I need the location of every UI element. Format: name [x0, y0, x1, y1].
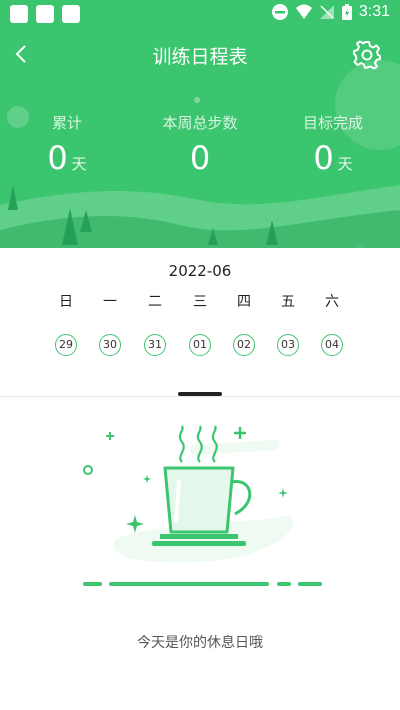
- stat-goal-completed: 目标完成 0天: [268, 112, 398, 177]
- weekday-label: 二: [148, 294, 162, 310]
- weekday-label: 六: [325, 294, 339, 310]
- weekday-label: 日: [59, 294, 73, 310]
- divider: [0, 396, 400, 397]
- status-bar-notification-icons: [10, 5, 80, 23]
- calendar-day[interactable]: 02: [233, 334, 255, 356]
- stat-weekly-steps: 本周总步数 0: [135, 112, 265, 177]
- stat-value: 0: [189, 139, 211, 177]
- stat-unit: 天: [71, 155, 87, 173]
- weekday-label: 三: [193, 294, 207, 310]
- gear-icon[interactable]: [352, 40, 382, 70]
- stat-label: 累计: [51, 114, 82, 132]
- stat-label: 目标完成: [302, 114, 363, 132]
- stat-total-days: 累计 0天: [2, 112, 132, 177]
- status-time: 3:31: [358, 3, 390, 20]
- calendar-day[interactable]: 03: [277, 334, 299, 356]
- weekday-label: 五: [281, 294, 295, 310]
- stat-value: 0: [313, 139, 334, 177]
- calendar-day[interactable]: 29: [55, 334, 77, 356]
- calendar-day[interactable]: 01: [189, 334, 211, 356]
- stat-value: 0: [47, 139, 68, 177]
- page-title: 训练日程表: [152, 46, 248, 68]
- calendar-week-row: 29 30 31 01 02 03 04: [0, 334, 400, 358]
- navigation-bar: 训练日程表: [0, 34, 400, 74]
- rest-day-message: 今天是你的休息日哦: [137, 635, 263, 651]
- weekday-label: 四: [237, 294, 251, 310]
- calendar-day[interactable]: 04: [321, 334, 343, 356]
- coffee-cup-icon: [83, 425, 322, 586]
- status-bar: 3:31: [0, 0, 400, 28]
- calendar-month: 2022-06: [168, 262, 232, 280]
- notification-icon: [62, 5, 80, 23]
- no-signal-icon: [319, 5, 334, 19]
- stat-label: 本周总步数: [162, 114, 238, 132]
- calendar-weekdays: 日 一 二 三 四 五 六: [0, 291, 400, 311]
- calendar-day[interactable]: 30: [99, 334, 121, 356]
- notification-icon: [36, 5, 54, 23]
- stats-panel: 累计 0天 本周总步数 0 目标完成 0天: [0, 112, 400, 192]
- weekday-label: 一: [103, 294, 117, 310]
- do-not-disturb-icon: [271, 4, 288, 20]
- notification-icon: [10, 5, 28, 23]
- header: 3:31 训练日程表 累计 0天 本周总步数 0 目标完成 0天: [0, 0, 400, 248]
- calendar-day[interactable]: 31: [144, 334, 166, 356]
- battery-icon: [341, 4, 352, 20]
- wifi-icon: [295, 4, 312, 19]
- stat-unit: 天: [337, 155, 353, 173]
